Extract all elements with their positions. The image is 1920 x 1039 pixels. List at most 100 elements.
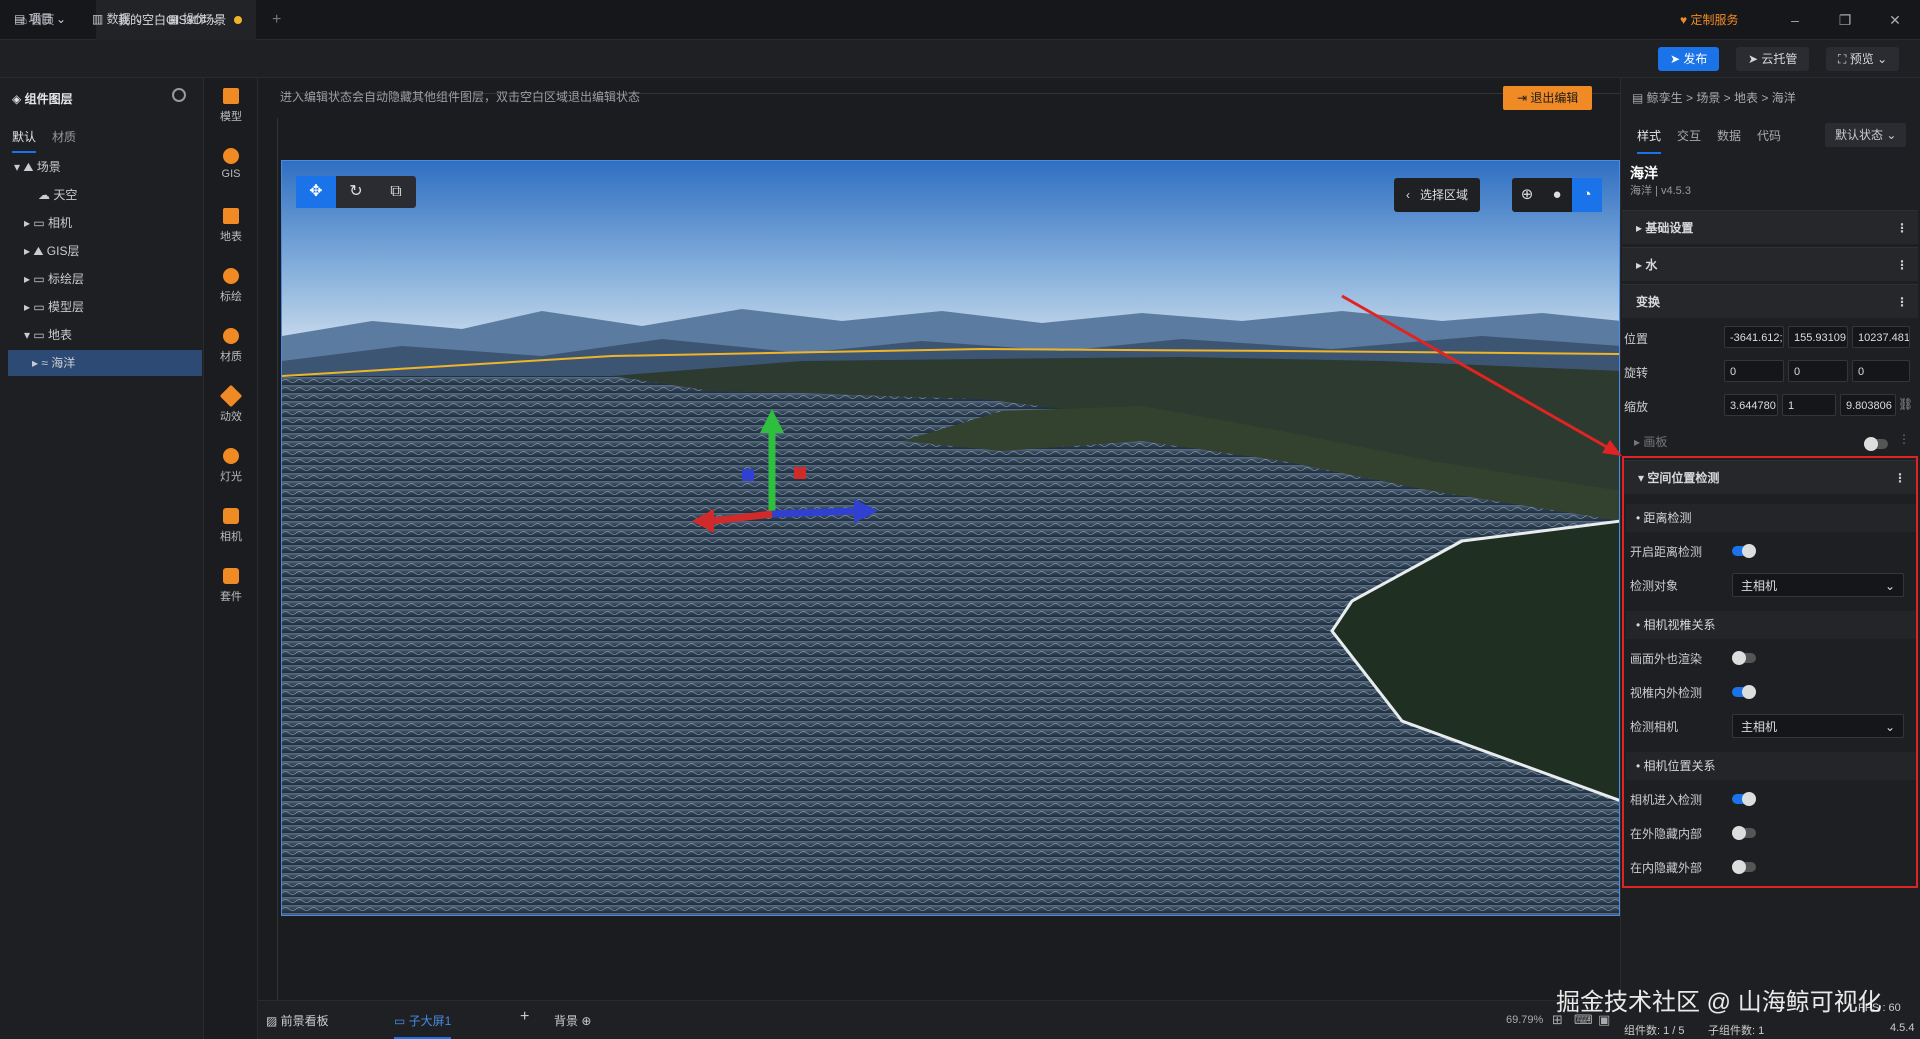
- frustum-check-toggle[interactable]: [1732, 685, 1756, 699]
- tree-item-plot[interactable]: ▸ ▭ 标绘层: [0, 266, 204, 292]
- more-icon[interactable]: ⋮: [1898, 432, 1910, 446]
- detect-camera-select[interactable]: 主相机 ⌄: [1732, 714, 1904, 738]
- component-name: 海洋: [1630, 165, 1658, 181]
- position-y-input[interactable]: 155.93109: [1788, 326, 1848, 348]
- cloud-button[interactable]: ➤ 云托管: [1736, 47, 1810, 71]
- add-tab-button[interactable]: +: [272, 0, 281, 40]
- database-icon: ▥: [92, 12, 107, 26]
- move-icon[interactable]: ✥: [296, 176, 336, 208]
- tree-item-gis[interactable]: ▸ ⛰ GIS层: [0, 238, 204, 264]
- tab-background[interactable]: 背景 ⊕: [554, 1012, 591, 1029]
- layer-panel: ◈ 组件图层 默认 材质 ▾ ⛰ 场景 ☁ 天空 ▸ ▭ 相机 ▸ ⛰ GIS层…: [0, 78, 204, 1039]
- folder-icon: ▭: [33, 328, 49, 342]
- menu-operate[interactable]: ▦ 操作 ⌄: [168, 9, 220, 29]
- section-spatial-detection[interactable]: ▾ 空间位置检测 ⋮: [1624, 460, 1916, 494]
- caret-down-icon: ▾: [1638, 471, 1648, 485]
- position-z-input[interactable]: 10237.481: [1852, 326, 1910, 348]
- menu-data[interactable]: ▥ 数据 ⌄: [92, 9, 144, 29]
- camera-enter-toggle[interactable]: [1732, 792, 1756, 806]
- search-icon[interactable]: [172, 88, 186, 102]
- scale-y-input[interactable]: 1: [1782, 394, 1836, 416]
- rotate-icon[interactable]: ↻: [336, 176, 376, 208]
- camera-button[interactable]: 相机: [204, 498, 258, 554]
- section-panel[interactable]: ▸ 画板: [1634, 433, 1667, 450]
- state-select[interactable]: 默认状态 ⌄: [1825, 123, 1907, 147]
- toggle-knob: [1732, 860, 1746, 874]
- plot-button[interactable]: 标绘: [204, 258, 258, 314]
- section-water[interactable]: ▸ 水 ⋮: [1622, 247, 1918, 281]
- kit-button[interactable]: 套件: [204, 558, 258, 614]
- ruler-vertical: [258, 118, 278, 1000]
- orbit-icon[interactable]: ◔: [1572, 178, 1602, 212]
- tab-default[interactable]: 默认: [12, 128, 37, 153]
- close-button[interactable]: ✕: [1870, 0, 1920, 40]
- gis-icon: [223, 148, 239, 164]
- link-icon[interactable]: ⛓: [1898, 397, 1913, 411]
- rotation-y-input[interactable]: 0: [1788, 360, 1848, 382]
- exit-edit-button[interactable]: ⇥ 退出编辑: [1503, 86, 1593, 110]
- select-area-button[interactable]: ‹ 选择区域: [1394, 178, 1481, 212]
- hide-outside-toggle[interactable]: [1732, 860, 1756, 874]
- tab-sub-screen[interactable]: ▭ 子大屏1: [394, 1012, 452, 1039]
- caret-right-icon: ▸: [24, 216, 34, 230]
- publish-button[interactable]: ➤ 发布: [1658, 47, 1720, 71]
- surface-button[interactable]: 地表: [204, 198, 258, 254]
- tree-item-sky[interactable]: ☁ 天空: [0, 182, 204, 208]
- custom-service-button[interactable]: ♥ 定制服务: [1680, 10, 1738, 30]
- preview-button[interactable]: ⛶ 预览 ⌄: [1826, 47, 1900, 71]
- tab-data[interactable]: 数据: [1717, 127, 1741, 144]
- maximize-button[interactable]: ❐: [1820, 0, 1870, 40]
- section-transform[interactable]: 变换 ⋮: [1622, 284, 1918, 318]
- add-screen-button[interactable]: +: [520, 1008, 529, 1026]
- 3d-viewport[interactable]: [281, 160, 1620, 916]
- model-button[interactable]: 模型: [204, 78, 258, 134]
- light-icon: [223, 448, 239, 464]
- unsaved-dot-icon: [234, 16, 243, 24]
- scale-x-input[interactable]: 3.644780: [1724, 394, 1778, 416]
- more-icon[interactable]: ⋮: [1894, 461, 1906, 495]
- tree-item-model[interactable]: ▸ ▭ 模型层: [0, 294, 204, 320]
- more-icon[interactable]: ⋮: [1896, 211, 1908, 245]
- rotation-z-input[interactable]: 0: [1852, 360, 1910, 382]
- tab-style[interactable]: 样式: [1637, 127, 1662, 154]
- camera-enter-label: 相机进入检测: [1630, 793, 1703, 807]
- globe-icon[interactable]: ⊕: [1512, 178, 1542, 212]
- scale-z-input[interactable]: 9.803806: [1840, 394, 1896, 416]
- view-mode-toolbar: ⊕ ● ◔: [1512, 178, 1602, 212]
- model-icon: [223, 88, 239, 104]
- tab-foreground[interactable]: ▨ 前景看板: [266, 1012, 329, 1029]
- position-x-input[interactable]: -3641.612;: [1724, 326, 1784, 348]
- more-icon[interactable]: ⋮: [1896, 285, 1908, 319]
- chevron-left-icon: ‹: [1406, 188, 1420, 202]
- fullscreen-icon: ⛶: [1838, 52, 1850, 66]
- gis-button[interactable]: GIS: [204, 138, 258, 194]
- hide-inside-toggle[interactable]: [1732, 826, 1756, 840]
- panel-toggle[interactable]: [1864, 437, 1888, 451]
- toggle-knob: [1742, 685, 1756, 699]
- tree-item-surface[interactable]: ▾ ▭ 地表: [0, 322, 204, 348]
- sphere-icon[interactable]: ●: [1542, 178, 1572, 212]
- tree-item-camera[interactable]: ▸ ▭ 相机: [0, 210, 204, 236]
- grid-icon: ▦: [168, 12, 183, 26]
- menu-project[interactable]: ▤ 项目 ⌄: [14, 9, 66, 29]
- tab-material[interactable]: 材质: [52, 128, 76, 145]
- title-bar: [0, 0, 1920, 40]
- tree-item-scene[interactable]: ▾ ⛰ 场景: [0, 154, 204, 180]
- more-icon[interactable]: ⋮: [1896, 248, 1908, 282]
- material-button[interactable]: 材质: [204, 318, 258, 374]
- tree-item-ocean[interactable]: ▸ ≈ 海洋: [8, 350, 202, 376]
- detect-target-select[interactable]: 主相机 ⌄: [1732, 573, 1904, 597]
- tab-code[interactable]: 代码: [1757, 127, 1781, 144]
- render-outside-toggle[interactable]: [1732, 651, 1756, 665]
- enable-distance-toggle[interactable]: [1732, 544, 1756, 558]
- light-button[interactable]: 灯光: [204, 438, 258, 494]
- component-icon-bar: 模型 GIS 地表 标绘 材质 动效 灯光 相机 套件: [204, 78, 258, 1039]
- scale-icon[interactable]: ⧉: [376, 176, 416, 208]
- tab-interaction[interactable]: 交互: [1677, 127, 1701, 144]
- frustum-check-label: 视椎内外检测: [1630, 686, 1703, 700]
- effect-button[interactable]: 动效: [204, 378, 258, 434]
- rotation-x-input[interactable]: 0: [1724, 360, 1784, 382]
- minimize-button[interactable]: –: [1770, 0, 1820, 40]
- layer-panel-title: ◈ 组件图层: [12, 92, 73, 106]
- section-basic[interactable]: ▸ 基础设置 ⋮: [1622, 210, 1918, 244]
